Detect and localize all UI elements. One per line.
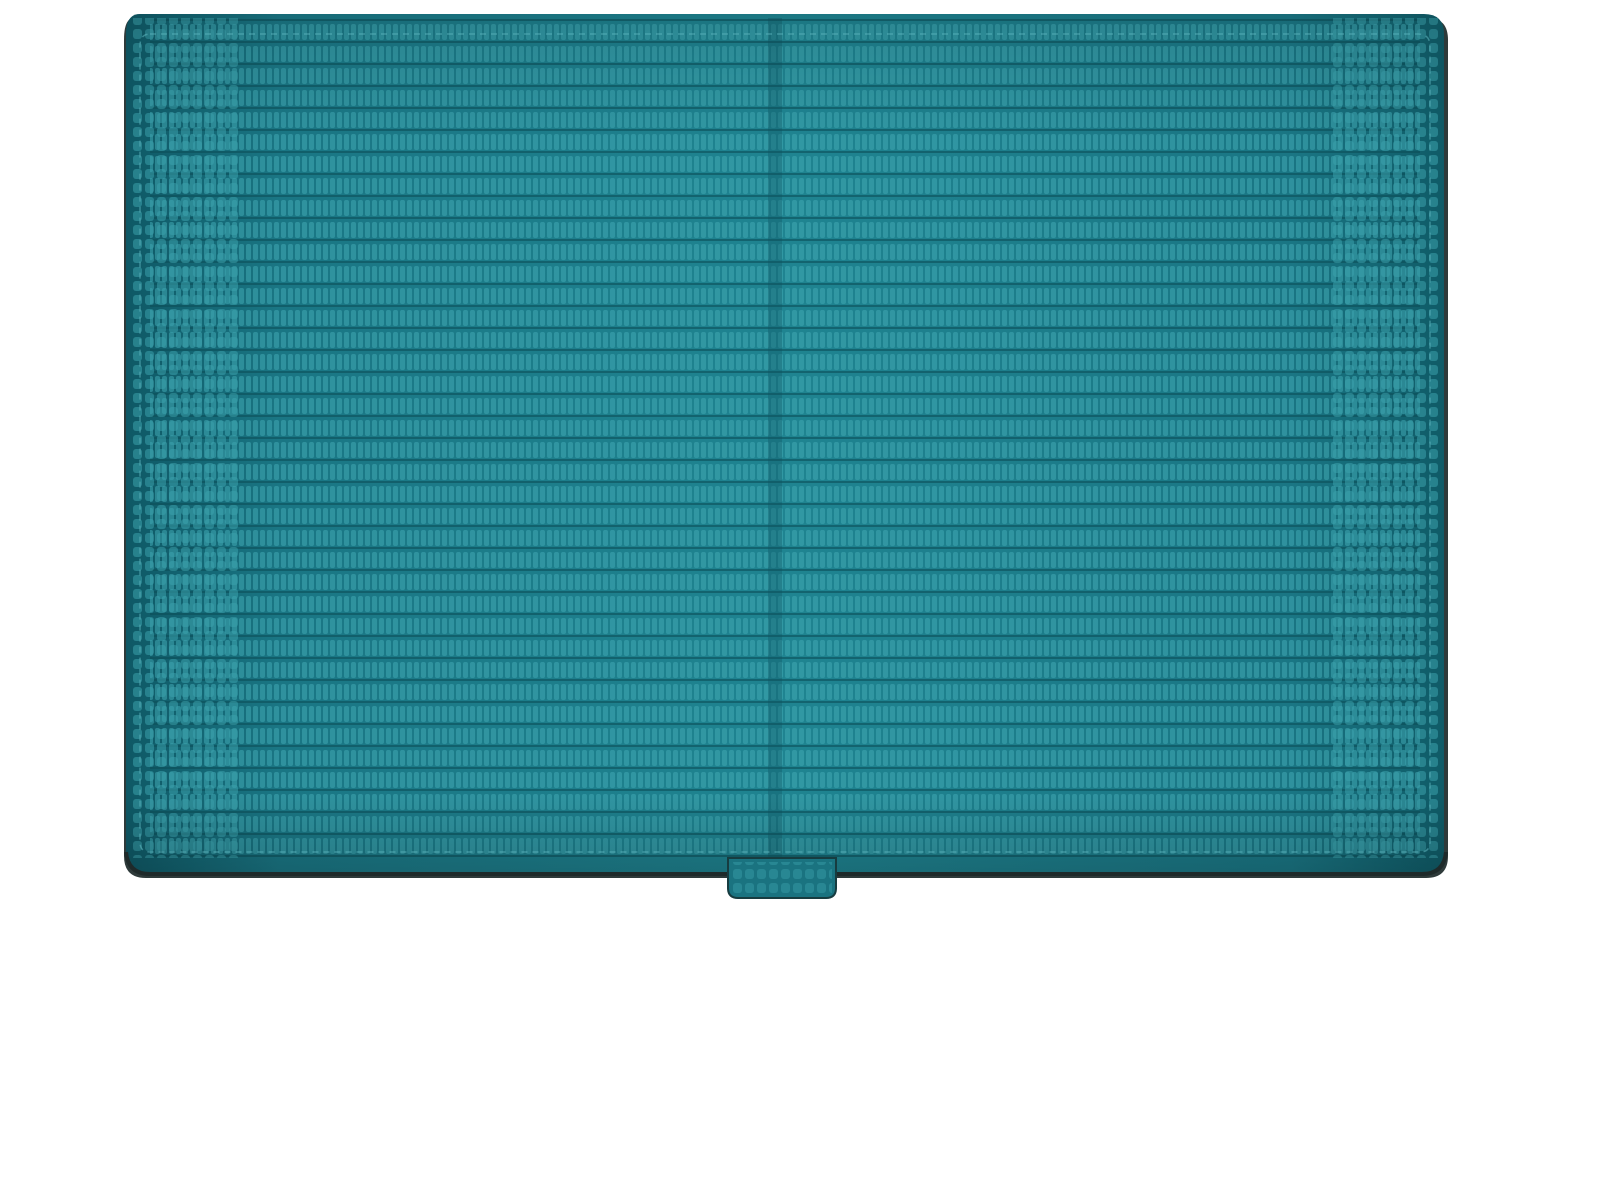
wallet [124, 14, 1448, 899]
product-photo [124, 14, 1448, 899]
closure-tab [727, 857, 837, 899]
